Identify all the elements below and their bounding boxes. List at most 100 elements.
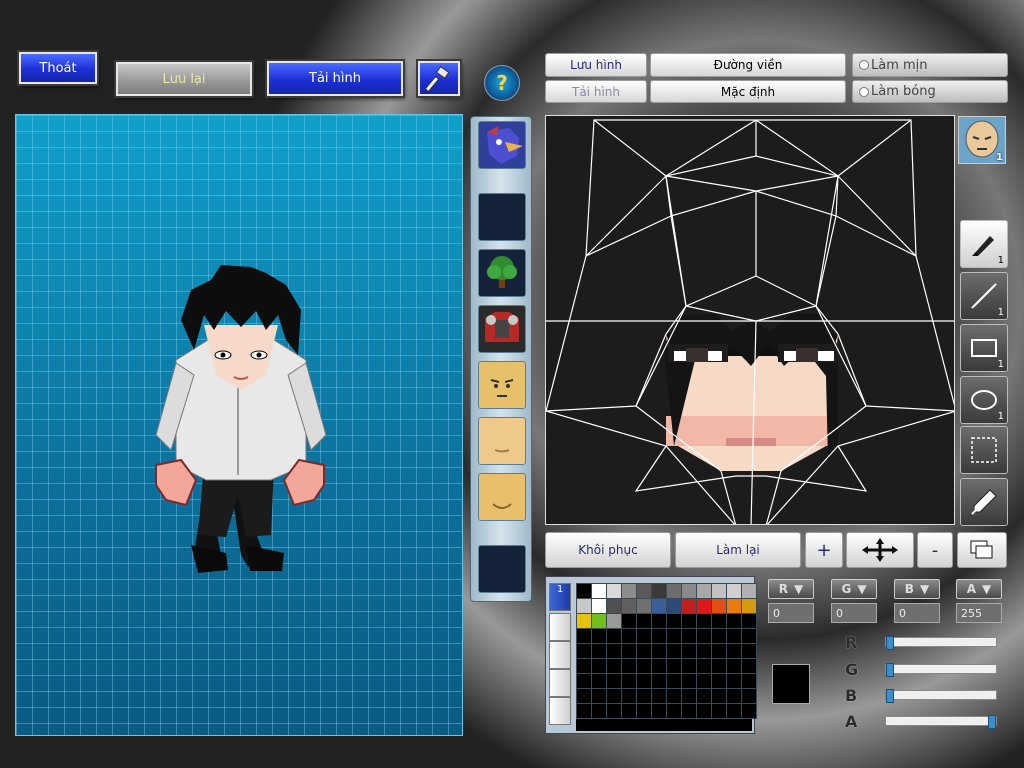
- red-value-field[interactable]: 0: [768, 603, 814, 623]
- color-swatch[interactable]: [711, 673, 727, 689]
- color-swatch[interactable]: [621, 643, 637, 659]
- color-swatch[interactable]: [726, 613, 742, 629]
- color-swatch[interactable]: [696, 688, 712, 704]
- color-swatch[interactable]: [651, 703, 667, 719]
- color-swatch[interactable]: [681, 628, 697, 644]
- color-swatch[interactable]: [606, 703, 622, 719]
- color-swatch[interactable]: [621, 583, 637, 599]
- color-swatch[interactable]: [606, 613, 622, 629]
- part-slot-face-plain[interactable]: [478, 417, 526, 465]
- alpha-slider-track[interactable]: [885, 715, 997, 729]
- color-swatch[interactable]: [696, 613, 712, 629]
- exit-button[interactable]: Thoát: [19, 52, 97, 84]
- part-slot-empty-1[interactable]: [478, 193, 526, 241]
- color-swatch[interactable]: [696, 583, 712, 599]
- blue-slider-track[interactable]: [885, 689, 997, 703]
- move-button[interactable]: [846, 532, 914, 568]
- color-swatch[interactable]: [576, 643, 592, 659]
- green-dropdown-icon[interactable]: ▼: [857, 582, 866, 596]
- reload-button[interactable]: Tải hình: [267, 61, 403, 96]
- color-swatch[interactable]: [726, 658, 742, 674]
- color-swatch[interactable]: [711, 583, 727, 599]
- color-swatch[interactable]: [726, 643, 742, 659]
- color-swatch[interactable]: [576, 703, 592, 719]
- color-swatch[interactable]: [741, 583, 757, 599]
- color-swatch[interactable]: [651, 583, 667, 599]
- color-swatch[interactable]: [591, 613, 607, 629]
- color-swatch[interactable]: [726, 583, 742, 599]
- color-swatch[interactable]: [681, 703, 697, 719]
- color-swatch[interactable]: [711, 688, 727, 704]
- color-swatch[interactable]: [576, 628, 592, 644]
- color-swatch[interactable]: [681, 598, 697, 614]
- part-slot-tree[interactable]: [478, 249, 526, 297]
- color-swatch[interactable]: [666, 643, 682, 659]
- color-swatch[interactable]: [621, 613, 637, 629]
- zoom-in-button[interactable]: +: [805, 532, 843, 568]
- red-slider-track[interactable]: [885, 636, 997, 650]
- color-swatch[interactable]: [666, 628, 682, 644]
- color-swatch[interactable]: [681, 658, 697, 674]
- redo-button[interactable]: Làm lại: [675, 532, 801, 568]
- color-swatch[interactable]: [591, 673, 607, 689]
- color-swatch[interactable]: [606, 643, 622, 659]
- color-swatch[interactable]: [591, 703, 607, 719]
- green-slider-track[interactable]: [885, 663, 997, 677]
- character-preview-canvas[interactable]: [15, 114, 463, 736]
- color-swatch[interactable]: [636, 613, 652, 629]
- restore-button[interactable]: Khôi phục: [545, 532, 671, 568]
- color-swatch[interactable]: [606, 598, 622, 614]
- color-swatch[interactable]: [696, 628, 712, 644]
- color-swatch[interactable]: [606, 688, 622, 704]
- tab-default[interactable]: Mặc định: [650, 80, 846, 103]
- color-swatch[interactable]: [591, 628, 607, 644]
- part-slot-bird[interactable]: [478, 121, 526, 169]
- color-swatch[interactable]: [591, 643, 607, 659]
- alpha-slider[interactable]: A: [845, 712, 1000, 731]
- green-slider-thumb[interactable]: [886, 663, 894, 677]
- color-swatch[interactable]: [606, 658, 622, 674]
- color-swatch[interactable]: [651, 658, 667, 674]
- color-swatch[interactable]: [741, 643, 757, 659]
- color-swatch[interactable]: [666, 613, 682, 629]
- color-swatch[interactable]: [621, 673, 637, 689]
- color-swatch[interactable]: [741, 658, 757, 674]
- color-swatch[interactable]: [741, 598, 757, 614]
- part-slot-empty-2[interactable]: [478, 545, 526, 593]
- color-swatch[interactable]: [576, 688, 592, 704]
- color-swatch[interactable]: [696, 598, 712, 614]
- red-dropdown-icon[interactable]: ▼: [794, 582, 803, 596]
- alpha-slider-thumb[interactable]: [988, 715, 996, 729]
- color-swatch[interactable]: [636, 673, 652, 689]
- color-swatch[interactable]: [576, 583, 592, 599]
- brush-tool[interactable]: 1: [960, 220, 1008, 268]
- palette-tab-2[interactable]: [549, 613, 571, 641]
- color-swatch[interactable]: [696, 673, 712, 689]
- red-slider-thumb[interactable]: [886, 636, 894, 650]
- color-swatch[interactable]: [651, 613, 667, 629]
- tab-save-image[interactable]: Lưu hình: [545, 53, 647, 77]
- color-swatch[interactable]: [741, 673, 757, 689]
- blue-slider[interactable]: B: [845, 686, 1000, 705]
- color-swatch[interactable]: [651, 643, 667, 659]
- color-swatch[interactable]: [651, 628, 667, 644]
- line-tool[interactable]: 1: [960, 272, 1008, 320]
- color-swatch[interactable]: [681, 613, 697, 629]
- layers-button[interactable]: [957, 532, 1007, 568]
- color-swatch[interactable]: [696, 703, 712, 719]
- color-swatch[interactable]: [636, 703, 652, 719]
- green-slider[interactable]: G: [845, 660, 1000, 679]
- help-button[interactable]: ?: [484, 65, 520, 101]
- rect-tool[interactable]: 1: [960, 324, 1008, 372]
- color-swatch[interactable]: [576, 673, 592, 689]
- tab-outline[interactable]: Đường viền: [650, 53, 846, 77]
- color-swatch[interactable]: [711, 658, 727, 674]
- color-swatch[interactable]: [606, 628, 622, 644]
- color-swatch[interactable]: [636, 598, 652, 614]
- color-swatch[interactable]: [666, 703, 682, 719]
- color-swatch[interactable]: [666, 598, 682, 614]
- color-swatch[interactable]: [711, 613, 727, 629]
- color-swatch[interactable]: [591, 598, 607, 614]
- option-smooth[interactable]: Làm mịn: [852, 53, 1008, 77]
- color-swatch[interactable]: [666, 673, 682, 689]
